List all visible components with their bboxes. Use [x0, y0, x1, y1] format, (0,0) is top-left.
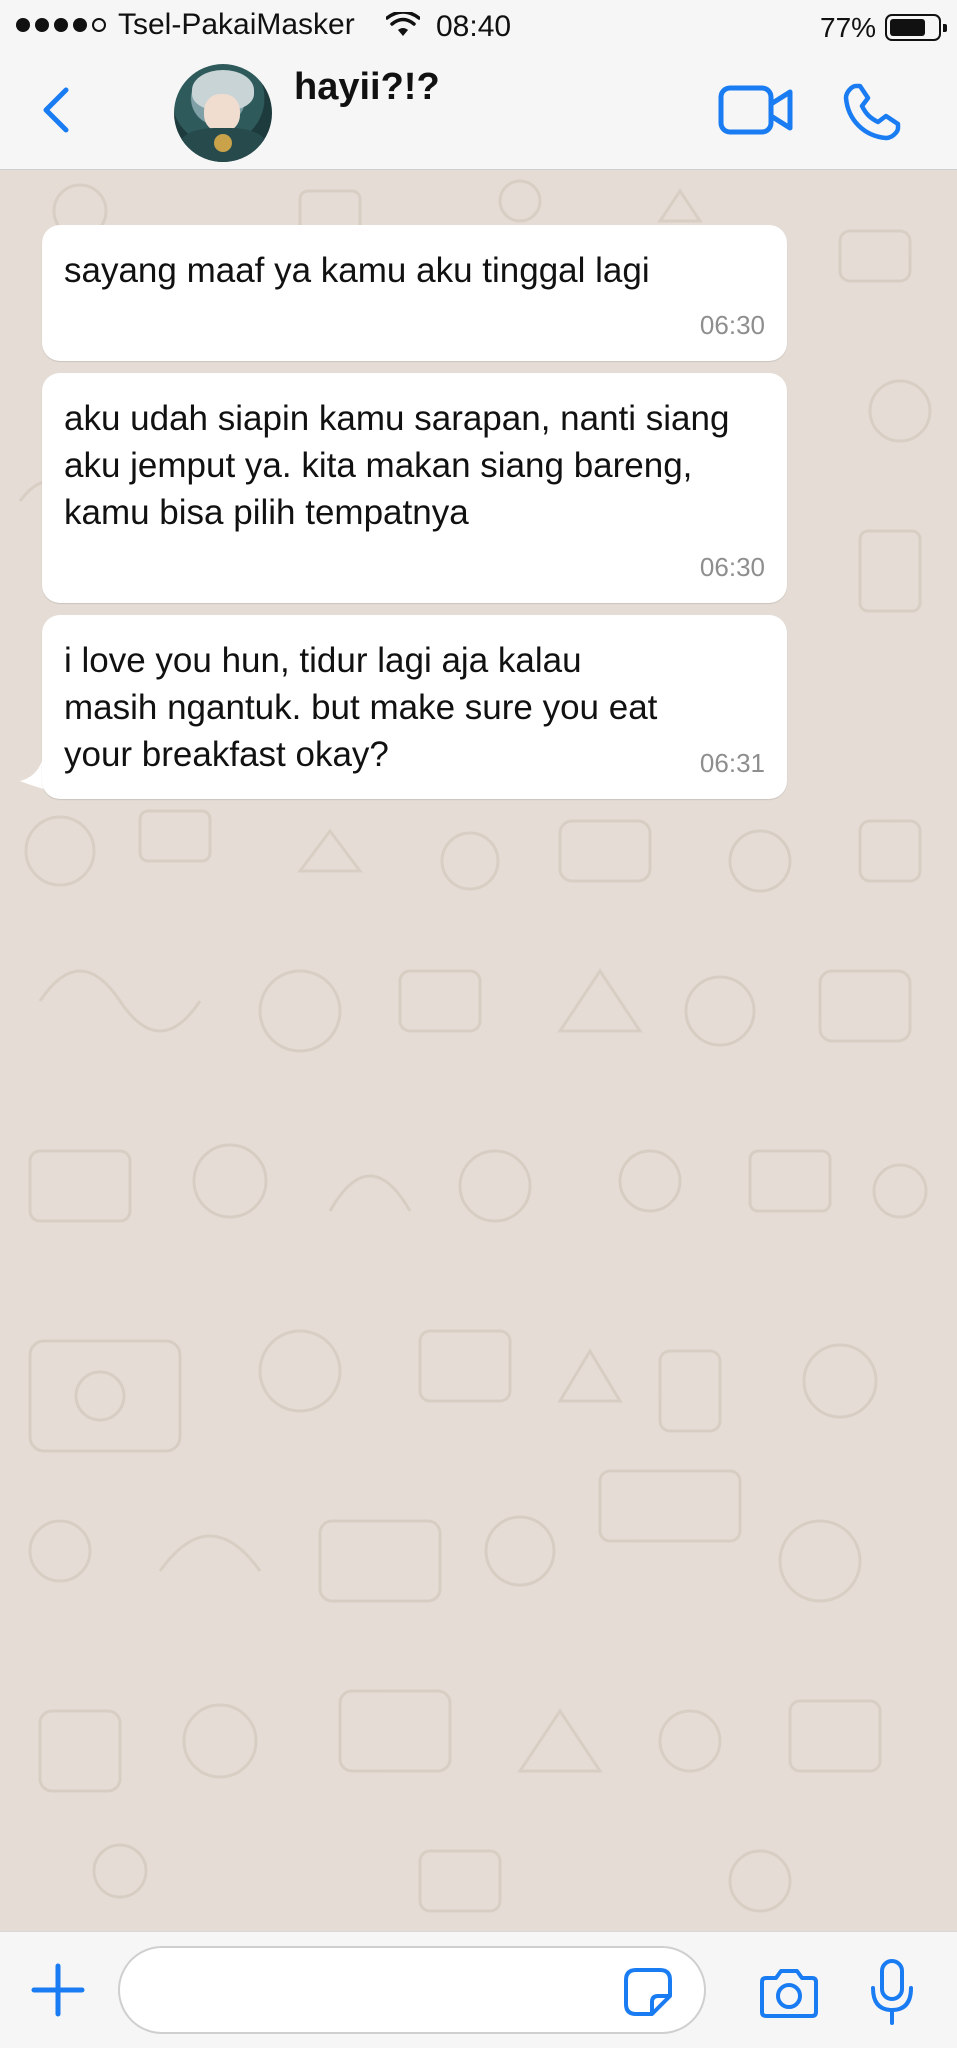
message-time: 06:30: [699, 552, 765, 582]
message-text: aku udah siapin kamu sarapan, nanti sian…: [64, 399, 730, 532]
video-camera-icon: [718, 85, 793, 135]
battery-icon: [885, 14, 947, 41]
battery-percent: 77%: [820, 12, 877, 43]
message-input[interactable]: [118, 1946, 706, 2034]
message-text: i love you hun, tidur lagi aja kalau mas…: [64, 641, 658, 774]
message-time: 06:30: [699, 310, 765, 340]
plus-icon: [31, 1963, 85, 2017]
status-time: 08:40: [436, 10, 512, 43]
wifi-icon: [385, 10, 421, 46]
message-bubble[interactable]: i love you hun, tidur lagi aja kalau mas…: [42, 615, 787, 799]
camera-icon: [760, 1969, 818, 2018]
sticker-icon: [624, 1968, 672, 2016]
message-bubble[interactable]: sayang maaf ya kamu aku tinggal lagi 06:…: [42, 225, 787, 361]
phone-icon: [843, 83, 901, 141]
message-time: 06:31: [699, 748, 765, 778]
camera-button[interactable]: [758, 1966, 820, 2020]
voice-call-button[interactable]: [842, 82, 902, 142]
message-text: sayang maaf ya kamu aku tinggal lagi: [64, 251, 650, 290]
message-input-bar: [0, 1931, 957, 2048]
chat-header: hayii?!?: [0, 52, 957, 170]
signal-strength-icon: [16, 18, 106, 32]
contact-name[interactable]: hayii?!?: [294, 66, 440, 109]
chat-area[interactable]: sayang maaf ya kamu aku tinggal lagi 06:…: [0, 171, 957, 1931]
status-bar: Tsel-PakaiMasker 08:40 77%: [0, 0, 957, 52]
chevron-left-icon: [43, 87, 69, 133]
contact-avatar[interactable]: [174, 64, 272, 162]
video-call-button[interactable]: [718, 82, 794, 138]
attach-button[interactable]: [30, 1962, 86, 2018]
carrier-name: Tsel-PakaiMasker: [118, 8, 355, 41]
microphone-icon: [871, 1959, 913, 2025]
voice-message-button[interactable]: [870, 1958, 914, 2026]
sticker-button[interactable]: [622, 1966, 674, 2018]
message-bubble[interactable]: aku udah siapin kamu sarapan, nanti sian…: [42, 373, 787, 603]
back-button[interactable]: [34, 80, 82, 140]
